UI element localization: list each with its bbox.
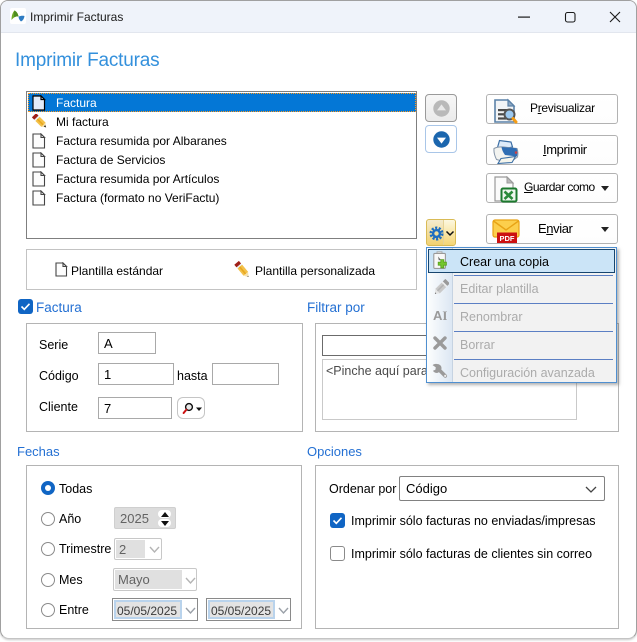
- svg-text:PDF: PDF: [500, 234, 515, 243]
